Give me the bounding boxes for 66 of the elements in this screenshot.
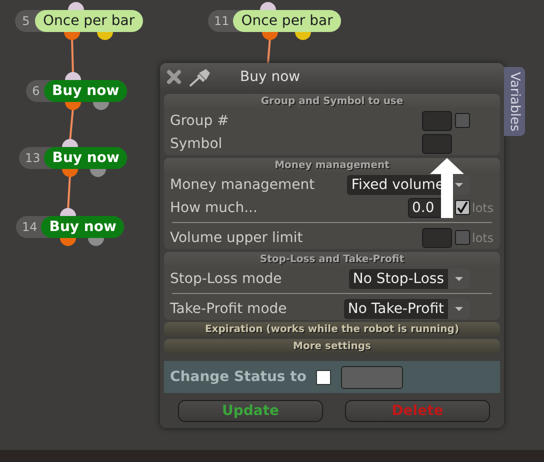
field-label: Stop-Loss mode — [169, 270, 283, 286]
input-field[interactable] — [341, 366, 404, 388]
section-header[interactable]: Money management — [164, 158, 500, 173]
checkbox[interactable] — [455, 200, 470, 215]
field-label: How much... — [169, 200, 258, 216]
field-label: Group # — [169, 112, 230, 128]
caret-icon[interactable] — [448, 268, 470, 288]
connector-line — [71, 38, 74, 74]
node-label: Buy now — [44, 147, 128, 169]
flow-node[interactable]: 5 Once per bar — [15, 10, 143, 32]
node-number: 6 — [31, 84, 41, 98]
dropdown[interactable]: No Take-Profit — [344, 298, 470, 318]
section-header[interactable]: Expiration (works while the robot is running) — [164, 322, 500, 337]
field-label: Symbol — [169, 136, 224, 152]
input-field[interactable] — [422, 134, 452, 154]
connector-line — [67, 174, 71, 210]
node-number: 13 — [24, 151, 42, 165]
input-port-icon[interactable] — [68, 2, 84, 10]
output-port-icon[interactable] — [90, 169, 106, 177]
output-port-icon[interactable] — [62, 169, 78, 177]
output-port-icon[interactable] — [88, 238, 104, 246]
input-port-icon[interactable] — [60, 208, 76, 216]
status-label: Change Status to — [170, 369, 306, 385]
flow-node[interactable]: 13 Buy now — [19, 147, 128, 169]
node-label: Once per bar — [233, 10, 341, 32]
input-port-icon[interactable] — [62, 139, 78, 147]
unit-label: lots — [472, 200, 494, 214]
output-port-icon[interactable] — [64, 32, 80, 40]
output-port-icon[interactable] — [60, 238, 76, 246]
checkbox[interactable] — [455, 113, 470, 128]
output-port-icon[interactable] — [295, 32, 311, 40]
flow-node[interactable]: 6 Buy now — [26, 80, 128, 102]
input-port-icon[interactable] — [65, 72, 81, 80]
node-number: 5 — [21, 14, 31, 28]
node-number: 11 — [213, 14, 230, 28]
update-button[interactable]: Update — [178, 400, 323, 422]
checkbox[interactable] — [455, 230, 470, 245]
unit-label: lots — [472, 230, 494, 244]
flow-node[interactable]: 14 Buy now — [16, 216, 124, 238]
node-label: Buy now — [44, 80, 128, 102]
output-port-icon[interactable] — [262, 32, 278, 40]
caret-icon[interactable] — [448, 298, 470, 318]
flow-node[interactable]: 11 Once per bar — [208, 10, 341, 32]
section-header[interactable]: Group and Symbol to use — [164, 94, 500, 109]
input-field[interactable] — [422, 228, 452, 248]
connector-line — [267, 38, 271, 64]
section-header[interactable]: Stop-Loss and Take-Profit — [164, 252, 500, 267]
connector-line — [69, 108, 74, 142]
node-label: Buy now — [41, 216, 124, 238]
section-header[interactable]: More settings — [164, 339, 500, 354]
dropdown[interactable]: No Stop-Loss — [348, 268, 470, 288]
input-port-icon[interactable] — [260, 2, 276, 10]
input-field[interactable] — [422, 110, 452, 130]
node-label: Once per bar — [35, 10, 143, 32]
output-port-icon[interactable] — [65, 102, 81, 110]
field-label: Take-Profit mode — [169, 300, 288, 316]
side-tab[interactable]: Variables — [504, 67, 525, 136]
field-label: Money management — [169, 176, 316, 192]
pin-icon[interactable] — [188, 67, 212, 87]
checkbox[interactable] — [316, 370, 332, 384]
node-number: 14 — [21, 220, 38, 234]
dialog-title: Buy now — [240, 69, 300, 85]
field-label: Volume upper limit — [169, 230, 304, 246]
output-port-icon[interactable] — [97, 32, 113, 40]
output-port-icon[interactable] — [93, 102, 109, 110]
close-icon[interactable] — [166, 69, 182, 85]
